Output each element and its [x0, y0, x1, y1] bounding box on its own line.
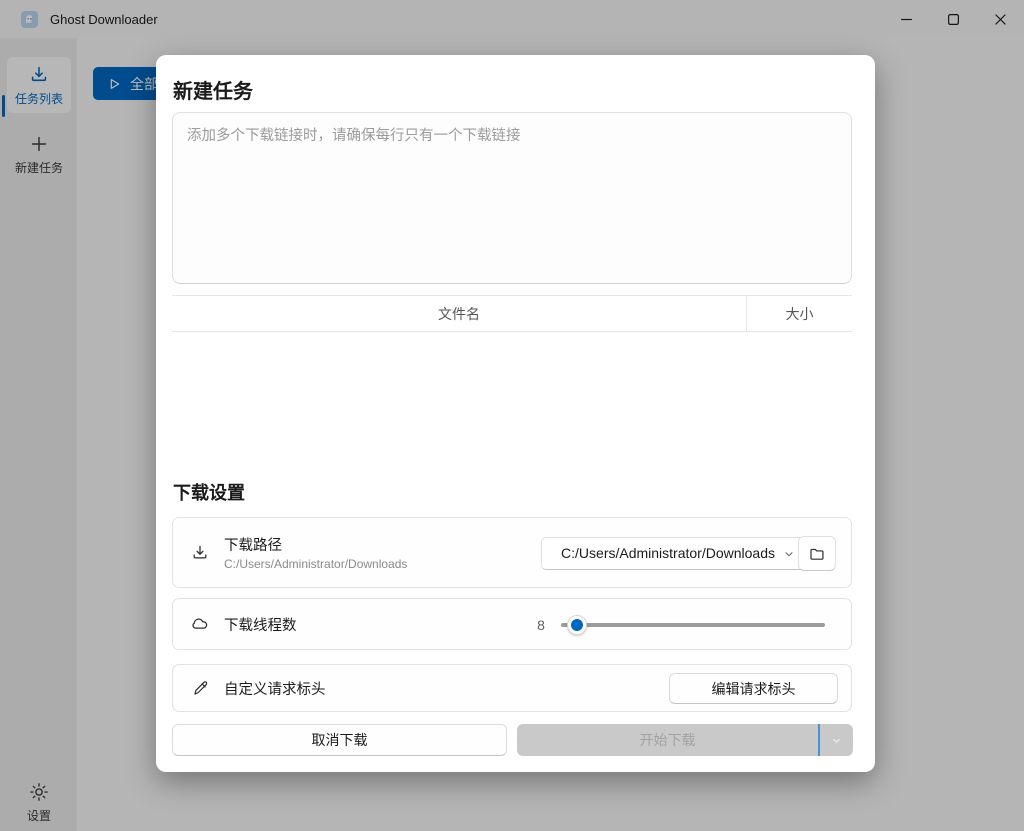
combobox-value: C:/Users/Administrator/Downloads	[561, 545, 775, 561]
new-task-dialog: 新建任务 文件名 大小 下载设置 下载路径 C:/Users/Administr…	[156, 55, 875, 772]
download-path-current-value: C:/Users/Administrator/Downloads	[224, 557, 407, 571]
cloud-icon	[190, 614, 210, 634]
chevron-down-icon	[831, 735, 842, 746]
column-header-size: 大小	[747, 296, 852, 331]
cancel-download-button[interactable]: 取消下载	[172, 724, 507, 756]
slider-track[interactable]	[561, 623, 825, 627]
file-table-header: 文件名 大小	[172, 295, 852, 332]
slider-thumb[interactable]	[567, 615, 587, 635]
custom-headers-label: 自定义请求标头	[224, 678, 326, 699]
start-download-split-button: 开始下载	[517, 724, 853, 756]
start-download-dropdown-button[interactable]	[820, 724, 853, 756]
folder-icon	[808, 545, 826, 563]
thread-count-label: 下载线程数	[224, 614, 297, 635]
download-path-combobox[interactable]: C:/Users/Administrator/Downloads	[541, 537, 805, 570]
download-path-setting: 下载路径 C:/Users/Administrator/Downloads C:…	[172, 517, 852, 588]
browse-folder-button[interactable]	[798, 536, 836, 571]
custom-headers-setting: 自定义请求标头 编辑请求标头	[172, 664, 852, 712]
slider-thumb-dot	[571, 619, 583, 631]
download-icon	[190, 543, 210, 563]
thread-count-slider[interactable]	[561, 599, 825, 651]
chevron-down-icon	[783, 548, 795, 560]
download-settings-heading: 下载设置	[173, 479, 245, 505]
thread-count-value: 8	[531, 599, 551, 651]
column-header-filename: 文件名	[172, 296, 747, 331]
edit-headers-button[interactable]: 编辑请求标头	[669, 673, 838, 704]
download-links-input[interactable]	[172, 112, 852, 284]
download-path-label: 下载路径	[224, 534, 407, 555]
thread-count-setting: 下载线程数 8	[172, 598, 852, 650]
pencil-icon	[190, 679, 210, 698]
start-download-button[interactable]: 开始下载	[517, 724, 818, 756]
dialog-title: 新建任务	[173, 75, 253, 104]
